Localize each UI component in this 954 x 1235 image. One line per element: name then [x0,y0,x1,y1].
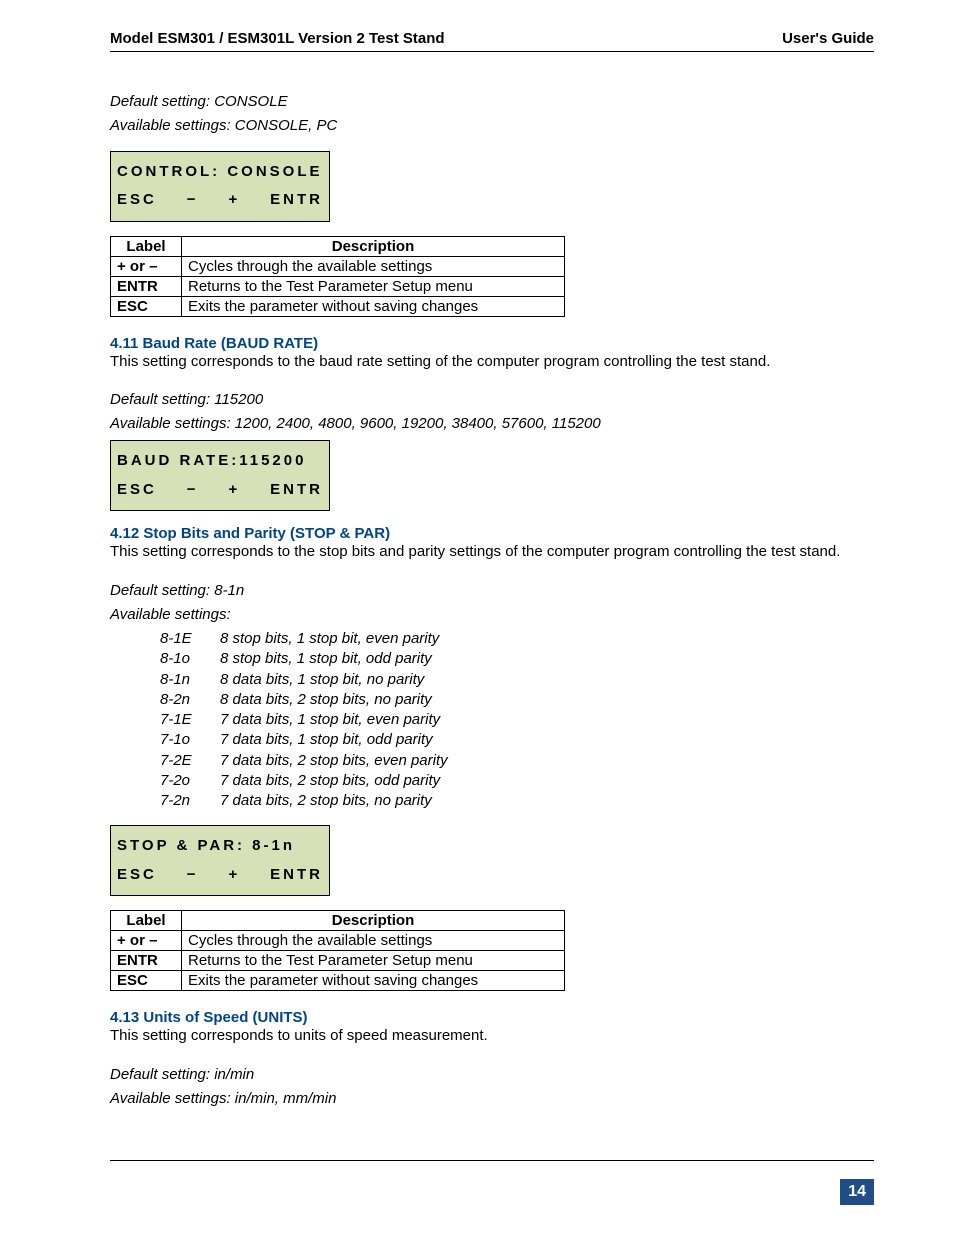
page-footer: 14 [110,1160,874,1205]
setting-desc: 8 data bits, 2 stop bits, no parity [220,690,432,710]
lcd-line1: CONTROL: CONSOLE [117,158,323,187]
td-desc: Cycles through the available settings [182,256,565,276]
lcd-line1: BAUD RATE:115200 [117,447,306,476]
settings-list: 8-1E8 stop bits, 1 stop bit, even parity… [160,629,874,811]
page-header: Model ESM301 / ESM301L Version 2 Test St… [110,30,874,52]
lcd-control: CONTROL: CONSOLE ESC − + ENTR [110,151,330,222]
td-label: ENTR [111,276,182,296]
td-label: ESC [111,971,182,991]
lcd-minus: − [187,476,199,505]
setting-code: 7-1o [160,730,220,750]
setting-desc: 7 data bits, 1 stop bit, even parity [220,710,440,730]
td-desc: Returns to the Test Parameter Setup menu [182,951,565,971]
section-412-title: 4.12 Stop Bits and Parity (STOP & PAR) [110,525,874,542]
lcd-minus: − [187,861,199,890]
section-411-text: This setting corresponds to the baud rat… [110,352,874,372]
setting-desc: 7 data bits, 2 stop bits, even parity [220,751,448,771]
lcd-entr: ENTR [270,186,323,215]
setting-desc: 7 data bits, 2 stop bits, no parity [220,791,432,811]
setting-code: 8-1o [160,649,220,669]
td-desc: Exits the parameter without saving chang… [182,971,565,991]
section-413-default: Default setting: in/min [110,1065,874,1085]
td-desc: Returns to the Test Parameter Setup menu [182,276,565,296]
th-desc: Description [182,911,565,931]
lcd-plus: + [228,861,240,890]
section-411-available: Available settings: 1200, 2400, 4800, 96… [110,414,874,434]
page-number: 14 [840,1179,874,1205]
setting-code: 8-1E [160,629,220,649]
lcd-minus: − [187,186,199,215]
table-control: LabelDescription + or –Cycles through th… [110,236,565,317]
lcd-esc: ESC [117,861,157,890]
th-desc: Description [182,236,565,256]
td-desc: Cycles through the available settings [182,931,565,951]
lcd-stop-par: STOP & PAR: 8-1n ESC − + ENTR [110,825,330,896]
lcd-baud: BAUD RATE:115200 ESC − + ENTR [110,440,330,511]
lcd-line1: STOP & PAR: 8-1n [117,832,295,861]
td-label: + or – [111,256,182,276]
td-label: ENTR [111,951,182,971]
lcd-esc: ESC [117,186,157,215]
intro-default: Default setting: CONSOLE [110,92,874,112]
setting-desc: 8 stop bits, 1 stop bit, even parity [220,629,439,649]
td-label: + or – [111,931,182,951]
setting-code: 7-2n [160,791,220,811]
td-desc: Exits the parameter without saving chang… [182,296,565,316]
setting-desc: 8 stop bits, 1 stop bit, odd parity [220,649,432,669]
setting-code: 8-2n [160,690,220,710]
table-stop-par: LabelDescription + or –Cycles through th… [110,910,565,991]
section-413-title: 4.13 Units of Speed (UNITS) [110,1009,874,1026]
lcd-entr: ENTR [270,476,323,505]
section-412-available: Available settings: [110,605,874,625]
setting-desc: 8 data bits, 1 stop bit, no parity [220,670,424,690]
setting-desc: 7 data bits, 2 stop bits, odd parity [220,771,440,791]
setting-code: 7-2E [160,751,220,771]
section-411-title: 4.11 Baud Rate (BAUD RATE) [110,335,874,352]
lcd-esc: ESC [117,476,157,505]
section-413-available: Available settings: in/min, mm/min [110,1089,874,1109]
section-412-text: This setting corresponds to the stop bit… [110,542,874,562]
setting-code: 8-1n [160,670,220,690]
th-label: Label [111,236,182,256]
lcd-entr: ENTR [270,861,323,890]
setting-code: 7-2o [160,771,220,791]
lcd-plus: + [228,476,240,505]
header-right: User's Guide [782,30,874,47]
header-left: Model ESM301 / ESM301L Version 2 Test St… [110,30,445,47]
lcd-plus: + [228,186,240,215]
td-label: ESC [111,296,182,316]
intro-available: Available settings: CONSOLE, PC [110,116,874,136]
setting-desc: 7 data bits, 1 stop bit, odd parity [220,730,433,750]
setting-code: 7-1E [160,710,220,730]
section-411-default: Default setting: 115200 [110,390,874,410]
section-413-text: This setting corresponds to units of spe… [110,1026,874,1046]
th-label: Label [111,911,182,931]
section-412-default: Default setting: 8-1n [110,581,874,601]
